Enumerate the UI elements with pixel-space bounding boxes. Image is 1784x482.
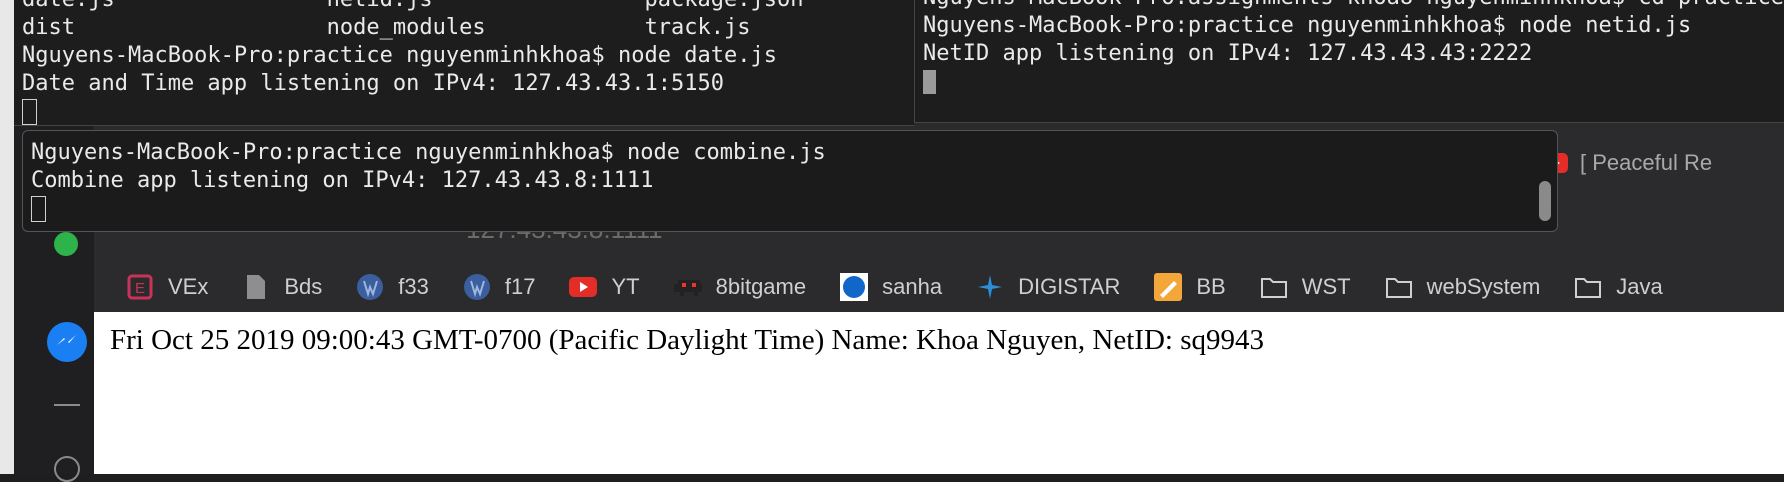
vex-icon: E — [126, 273, 154, 301]
tab-title: [ Peaceful Re — [1580, 150, 1713, 175]
terminal-prompt: Nguyens-MacBook-Pro:practice nguyenminhk… — [923, 13, 1692, 38]
minimize-icon[interactable] — [54, 404, 80, 406]
terminal-cursor — [14, 98, 914, 125]
page-output-text: Fri Oct 25 2019 09:00:43 GMT-0700 (Pacif… — [110, 324, 1264, 356]
terminal-output: NetID app listening on IPv4: 127.43.43.4… — [923, 41, 1533, 66]
bookmark-label: BB — [1196, 274, 1226, 299]
bookmark-item[interactable]: f17 — [463, 273, 536, 301]
terminal-window-netid[interactable]: Nguyens-MacBook-Pro:assignments-khoa8 ng… — [914, 0, 1784, 123]
terminal-window-date[interactable]: date.js netid.js package.json dist node_… — [14, 0, 914, 126]
terminal-cursor — [23, 195, 1557, 223]
messenger-icon[interactable] — [47, 322, 87, 362]
terminal-output: Combine app listening on IPv4: 127.43.43… — [31, 168, 654, 193]
bookmark-label: sanha — [882, 274, 943, 299]
folder-icon — [1385, 273, 1413, 301]
bookmark-label: Java — [1616, 274, 1663, 299]
bookmark-item[interactable]: Bds — [242, 273, 322, 301]
browser-tab[interactable]: [ Peaceful Re — [1540, 140, 1784, 186]
bookmark-label: 8bitgame — [715, 274, 807, 299]
bookmarks-bar: E VEx Bds f33 f17 YT 8bitgame sanha DIGISTAR BB WS… — [94, 262, 1784, 313]
bookmark-item[interactable]: f33 — [356, 273, 429, 301]
bookmark-label: f17 — [504, 274, 536, 299]
bookmark-label: VEx — [168, 274, 209, 299]
bookmark-item[interactable]: Java — [1574, 273, 1663, 301]
svg-text:E: E — [135, 280, 145, 297]
invader-icon — [673, 273, 702, 301]
bookmark-item[interactable]: webSystem — [1385, 273, 1541, 301]
terminal-prompt: Nguyens-MacBook-Pro:practice nguyenminhk… — [31, 140, 826, 165]
bookmark-label: YT — [611, 274, 640, 299]
bookmark-label: WST — [1301, 274, 1351, 299]
youtube-icon — [569, 273, 598, 301]
bookmark-label: webSystem — [1426, 274, 1541, 299]
terminal-window-combine[interactable]: Nguyens-MacBook-Pro:practice nguyenminhk… — [22, 130, 1558, 232]
bookmark-item[interactable]: DIGISTAR — [976, 273, 1120, 301]
terminal-listing-row: date.js netid.js package.json — [14, 0, 914, 14]
status-dot-icon[interactable] — [54, 232, 78, 256]
bookmark-item[interactable]: E VEx — [126, 273, 208, 301]
folder-icon — [1574, 273, 1602, 301]
terminal-scrollbar[interactable] — [1539, 181, 1551, 221]
desktop-edge — [0, 0, 14, 474]
blue-circle-icon — [840, 273, 869, 301]
star-icon — [976, 273, 1004, 301]
bookmark-item[interactable]: BB — [1154, 273, 1226, 301]
bookmark-label: f33 — [398, 274, 429, 299]
bookmark-label: DIGISTAR — [1018, 274, 1121, 299]
bookmark-label: Bds — [284, 274, 323, 299]
terminal-prompt: Nguyens-MacBook-Pro:assignments-khoa8 ng… — [915, 0, 1784, 12]
bookmark-item[interactable]: WST — [1260, 273, 1351, 301]
terminal-listing-row: dist node_modules track.js — [22, 15, 751, 40]
document-icon — [242, 273, 270, 301]
folder-icon — [1260, 273, 1288, 301]
clock-icon[interactable] — [54, 456, 80, 482]
terminal-output: Date and Time app listening on IPv4: 127… — [22, 71, 724, 96]
wp-icon — [356, 273, 384, 301]
wp-icon — [463, 273, 491, 301]
terminal-prompt: Nguyens-MacBook-Pro:practice nguyenminhk… — [22, 43, 777, 68]
terminal-cursor — [915, 68, 1784, 96]
bookmark-item[interactable]: 8bitgame — [673, 273, 807, 301]
bookmark-item[interactable]: sanha — [840, 273, 942, 301]
page-content: Fri Oct 25 2019 09:00:43 GMT-0700 (Pacif… — [94, 312, 1784, 474]
pencil-icon — [1154, 273, 1183, 301]
bookmark-item[interactable]: YT — [569, 273, 640, 301]
